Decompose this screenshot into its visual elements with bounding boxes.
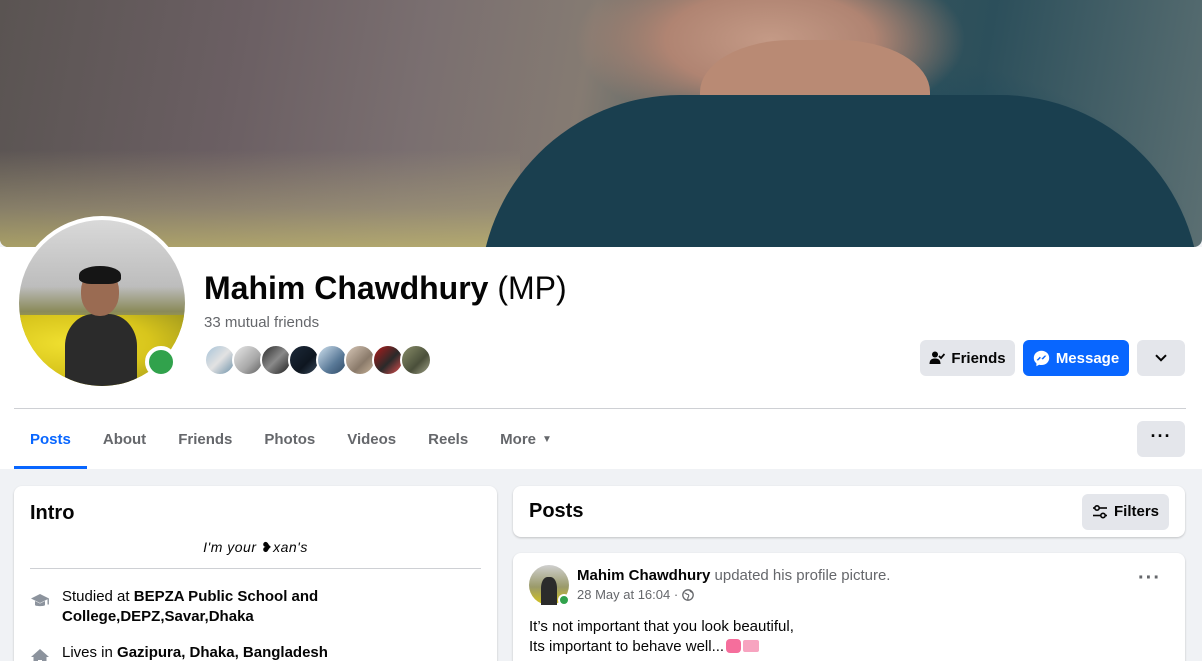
post-card: Mahim Chawdhury updated his profile pict…: [513, 553, 1185, 661]
profile-tabs: Posts About Friends Photos Videos Reels …: [14, 409, 568, 469]
tab-reels[interactable]: Reels: [412, 409, 484, 469]
friends-button-label: Friends: [951, 349, 1006, 367]
messenger-icon: [1033, 350, 1050, 366]
tab-videos[interactable]: Videos: [331, 409, 412, 469]
intro-location-prefix: Lives in: [62, 644, 113, 661]
intro-card: Intro I'm your ❥xan's Studied at BEPZA P…: [14, 486, 497, 661]
filters-button-label: Filters: [1113, 503, 1159, 520]
tab-posts[interactable]: Posts: [14, 409, 87, 469]
post-text-line-1: It’s not important that you look beautif…: [529, 618, 794, 635]
post-meta: Mahim Chawdhury updated his profile pict…: [577, 567, 890, 605]
posts-title: Posts: [529, 500, 584, 522]
intro-education-prefix: Studied at: [62, 588, 130, 605]
friend-check-icon: [929, 351, 946, 364]
post-header: Mahim Chawdhury updated his profile pict…: [529, 565, 1169, 606]
friends-button[interactable]: Friends: [920, 340, 1015, 376]
post-author-avatar-wrap[interactable]: [529, 565, 570, 606]
profile-nickname: (MP): [497, 270, 567, 306]
online-status-indicator: [145, 346, 177, 378]
message-button[interactable]: Message: [1023, 340, 1129, 376]
tab-more-label: More: [500, 430, 537, 448]
intro-divider: [30, 568, 481, 569]
post-author-name[interactable]: Mahim Chawdhury: [577, 567, 710, 584]
chevron-down-icon: [1155, 354, 1167, 362]
profile-name-text: Mahim Chawdhury: [204, 270, 489, 306]
online-status-indicator: [558, 594, 570, 606]
tab-friends[interactable]: Friends: [162, 409, 248, 469]
post-timestamp[interactable]: 28 May at 16:04 ·: [577, 587, 678, 602]
intro-bio: I'm your ❥xan's: [203, 539, 308, 555]
intro-location-text: Lives in Gazipura, Dhaka, Bangladesh: [62, 643, 328, 661]
mutual-friend-avatar[interactable]: [400, 344, 432, 376]
avatar-hair: [79, 266, 121, 284]
graduation-cap-icon: [31, 594, 49, 607]
intro-location-link[interactable]: Gazipura, Dhaka, Bangladesh: [117, 644, 328, 661]
post-action-text: updated his profile picture.: [714, 567, 891, 584]
tab-more[interactable]: More ▼: [484, 409, 568, 469]
intro-education: Studied at BEPZA Public School and Colle…: [30, 587, 481, 627]
post-text: It’s not important that you look beautif…: [529, 617, 1169, 657]
heart-emoji-icon: [726, 639, 742, 653]
post-text-line-2: Its important to behave well...: [529, 638, 725, 655]
mutual-friends-count[interactable]: 33 mutual friends: [204, 314, 319, 331]
tab-photos[interactable]: Photos: [248, 409, 331, 469]
intro-location: Lives in Gazipura, Dhaka, Bangladesh: [30, 643, 481, 661]
filter-sliders-icon: [1092, 504, 1107, 519]
more-dots-icon: ···: [1150, 426, 1172, 446]
profile-more-dropdown-button[interactable]: [1137, 340, 1185, 376]
posts-header-card: Posts Filters: [513, 486, 1185, 537]
tab-about[interactable]: About: [87, 409, 162, 469]
caret-down-icon: ▼: [542, 433, 552, 445]
love-letter-emoji-icon: [743, 640, 760, 652]
cover-photo[interactable]: [0, 0, 1202, 247]
cover-shirt: [480, 95, 1200, 247]
filters-button[interactable]: Filters: [1082, 493, 1169, 530]
intro-title: Intro: [30, 502, 75, 524]
tabs-more-options-button[interactable]: ···: [1137, 421, 1185, 457]
avatar-person: [65, 266, 137, 386]
post-author-line: Mahim Chawdhury updated his profile pict…: [577, 567, 890, 584]
post-options-button[interactable]: ···: [1138, 567, 1161, 590]
post-text-line-2-wrap: Its important to behave well...: [529, 637, 1169, 657]
globe-icon: [682, 588, 695, 601]
home-icon: [31, 649, 49, 661]
message-button-label: Message: [1055, 349, 1120, 367]
avatar-body: [65, 314, 137, 386]
profile-name: Mahim Chawdhury (MP): [204, 270, 567, 307]
intro-education-text: Studied at BEPZA Public School and Colle…: [62, 587, 481, 627]
post-timestamp-line: 28 May at 16:04 ·: [577, 587, 890, 602]
